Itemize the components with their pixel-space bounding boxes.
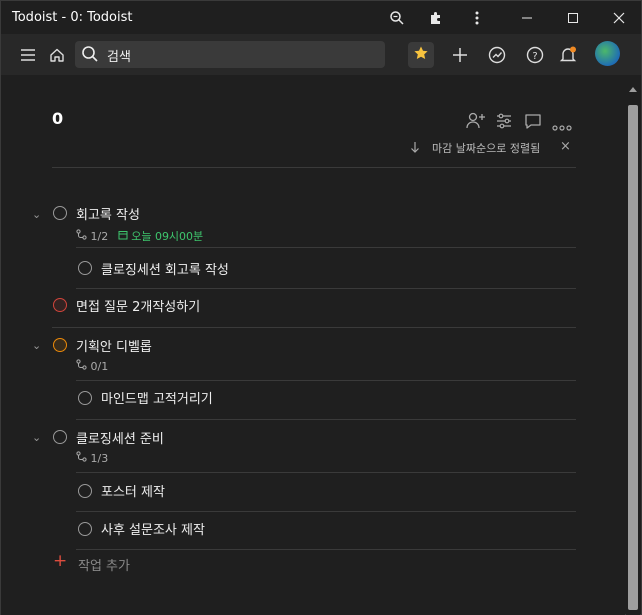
page-title: 0 <box>52 109 64 128</box>
task-name[interactable]: 사후 설문조사 제작 <box>101 519 205 538</box>
task-checkbox-priority-2[interactable] <box>53 338 67 352</box>
task-name[interactable]: 기획안 디벨롭 <box>76 336 152 355</box>
task-checkbox[interactable] <box>78 484 92 498</box>
task-divider <box>76 247 576 248</box>
task-meta: 1/2 오늘 09시00분 <box>76 228 203 244</box>
more-horizontal-icon[interactable] <box>552 116 572 135</box>
scrollbar-thumb[interactable] <box>628 105 638 610</box>
collapse-chevron-icon[interactable]: ⌄ <box>32 208 41 221</box>
task-divider <box>76 380 576 381</box>
share-add-person-icon[interactable] <box>466 112 486 134</box>
arrow-down-icon <box>410 142 420 156</box>
minimize-icon[interactable] <box>515 7 539 29</box>
comments-icon[interactable] <box>524 112 542 134</box>
task-checkbox[interactable] <box>53 430 67 444</box>
subtask-count: 1/3 <box>90 452 109 465</box>
search-icon <box>81 45 99 67</box>
subtask-count: 0/1 <box>90 360 109 373</box>
task-meta: 1/3 <box>76 451 108 465</box>
scroll-up-arrow-icon[interactable] <box>629 87 637 92</box>
calendar-icon <box>118 230 132 243</box>
task-divider <box>76 419 576 420</box>
task-name[interactable]: 클로징세션 준비 <box>76 428 164 447</box>
header-divider <box>52 167 576 168</box>
window-title: Todoist - 0: Todoist <box>12 10 133 25</box>
task-divider <box>76 549 576 550</box>
task-checkbox[interactable] <box>78 391 92 405</box>
task-divider <box>76 472 576 473</box>
quick-add-icon[interactable] <box>447 42 473 68</box>
scrollbar[interactable] <box>626 75 640 615</box>
task-name[interactable]: 회고록 작성 <box>76 204 140 223</box>
subtask-icon <box>76 359 91 373</box>
sort-label: 마감 날짜순으로 정렬됨 <box>432 142 541 155</box>
zoom-icon[interactable] <box>385 7 409 29</box>
star-icon <box>413 45 429 65</box>
help-icon[interactable]: ? <box>522 42 548 68</box>
collapse-chevron-icon[interactable]: ⌄ <box>32 431 41 444</box>
subtask-count: 1/2 <box>90 230 109 243</box>
collapse-chevron-icon[interactable]: ⌄ <box>32 339 41 352</box>
sort-indicator: 마감 날짜순으로 정렬됨 × <box>410 139 571 156</box>
add-task-label: 작업 추가 <box>78 559 130 574</box>
task-checkbox-priority-1[interactable] <box>53 298 67 312</box>
main-content: 0 마감 날짜순으로 정렬됨 × ⌄ 회고록 작성 1/2 오늘 09시00분 … <box>1 75 625 615</box>
top-toolbar: 검색 ? <box>1 34 641 75</box>
menu-icon[interactable] <box>15 42 41 68</box>
view-options-icon[interactable] <box>495 112 513 134</box>
due-date[interactable]: 오늘 09시00분 <box>131 230 203 243</box>
search-input[interactable]: 검색 <box>75 41 385 68</box>
notification-bell-icon[interactable] <box>555 42 581 68</box>
avatar[interactable] <box>595 41 620 66</box>
favorite-star-button[interactable] <box>408 42 434 68</box>
task-name[interactable]: 면접 질문 2개작성하기 <box>76 296 200 315</box>
task-meta: 0/1 <box>76 359 108 373</box>
plus-icon: + <box>53 551 68 571</box>
productivity-icon[interactable] <box>484 42 510 68</box>
clear-sort-button[interactable]: × <box>560 139 571 154</box>
home-icon[interactable] <box>44 42 70 68</box>
task-name[interactable]: 클로징세션 회고록 작성 <box>101 259 229 278</box>
close-icon[interactable] <box>607 7 631 29</box>
task-checkbox[interactable] <box>78 522 92 536</box>
maximize-icon[interactable] <box>561 7 585 29</box>
task-divider <box>76 511 576 512</box>
svg-text:?: ? <box>532 51 537 62</box>
subtask-icon <box>76 451 91 465</box>
extensions-icon[interactable] <box>424 7 448 29</box>
search-placeholder: 검색 <box>107 50 131 65</box>
task-divider <box>52 327 576 328</box>
task-checkbox[interactable] <box>78 261 92 275</box>
subtask-icon <box>76 229 91 243</box>
task-name[interactable]: 마인드맵 고적거리기 <box>101 388 213 407</box>
task-divider <box>76 288 576 289</box>
title-bar: Todoist - 0: Todoist <box>1 1 641 34</box>
task-checkbox[interactable] <box>53 206 67 220</box>
task-name[interactable]: 포스터 제작 <box>101 481 165 500</box>
app-window: Todoist - 0: Todoist 검색 ? 0 마감 날짜순으로 정렬됨… <box>0 0 642 615</box>
more-vertical-icon[interactable] <box>465 7 489 29</box>
